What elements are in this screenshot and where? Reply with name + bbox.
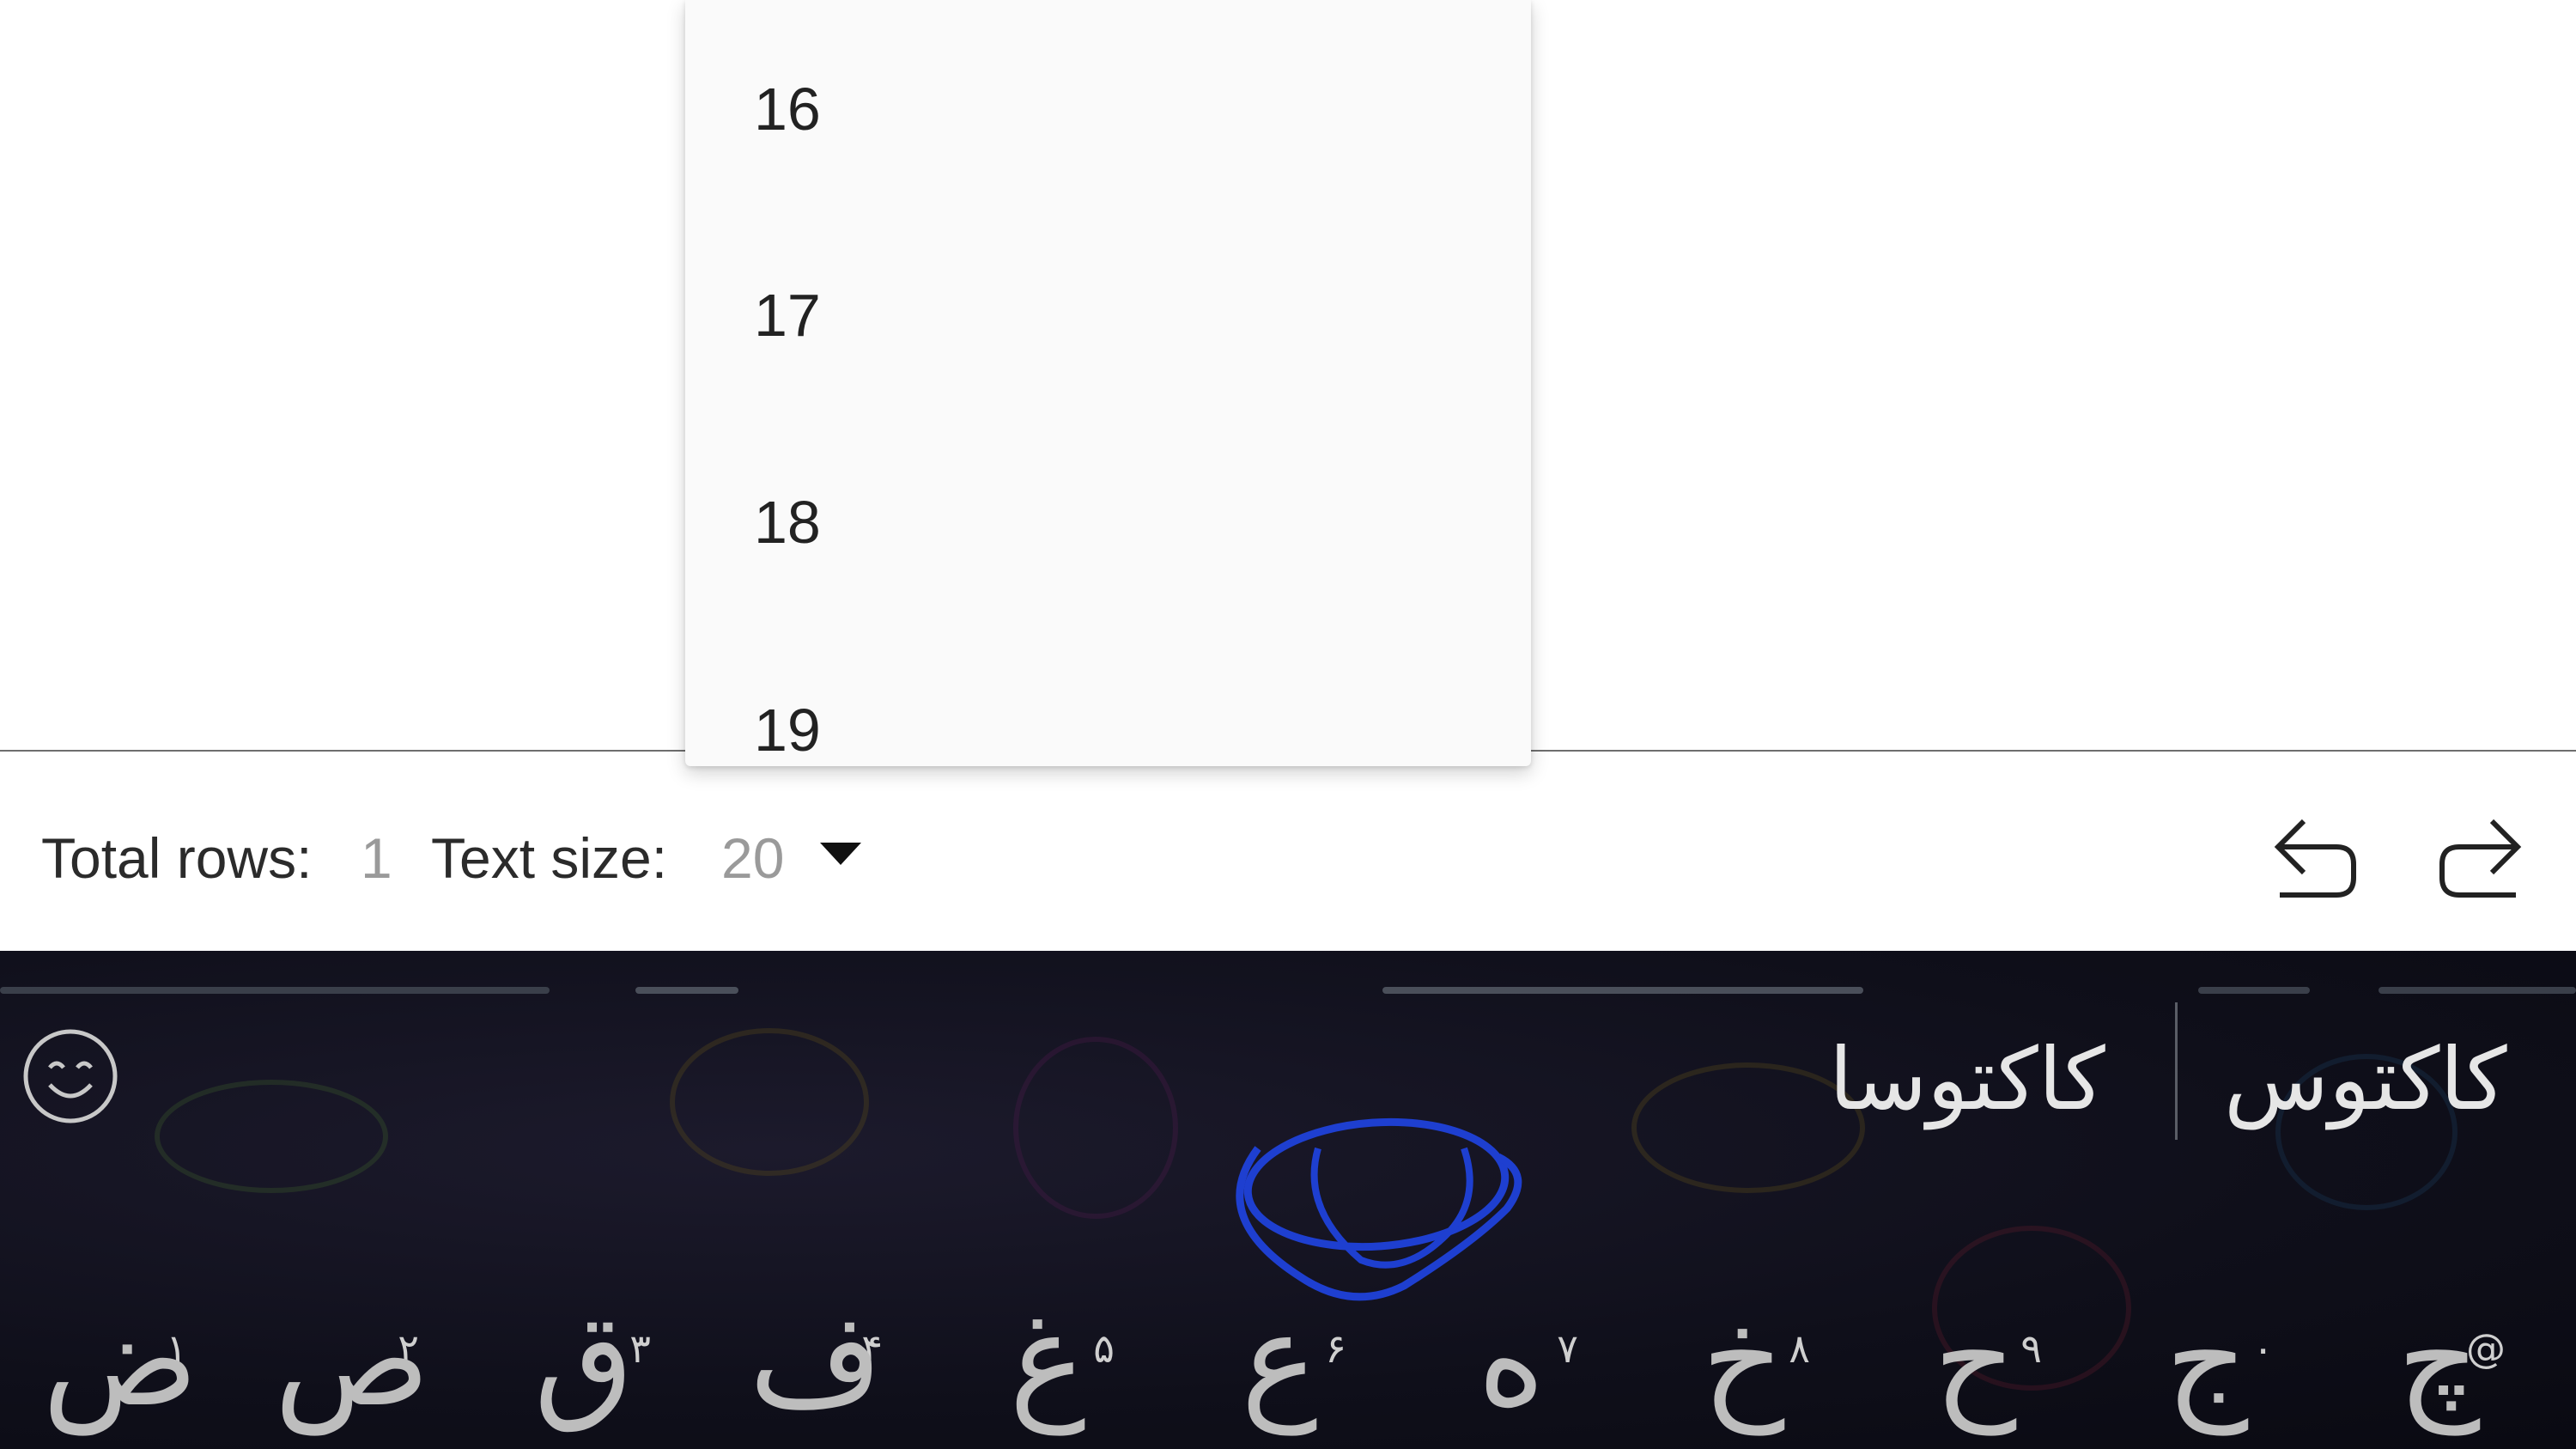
key-label: ح [1933, 1286, 2017, 1435]
globe-icon[interactable] [1189, 1114, 1567, 1320]
key-label: ص [274, 1286, 430, 1435]
key-label: ق [533, 1286, 635, 1435]
key-khe[interactable]: ۸ خ [1640, 1200, 1846, 1449]
redo-icon[interactable] [2430, 799, 2533, 902]
suggestion-1[interactable]: کاکتوسا [1829, 1032, 2105, 1127]
text-size-value[interactable]: 20 [721, 830, 784, 886]
text-size-label: Text size: [431, 826, 668, 890]
key-sad[interactable]: ۲ ص [249, 1200, 455, 1449]
key-label: ض [42, 1286, 198, 1435]
key-hhe[interactable]: ۹ ح [1872, 1200, 2078, 1449]
undo-icon[interactable] [2263, 799, 2366, 902]
key-label: غ [1009, 1286, 1086, 1435]
dropdown-option-16[interactable]: 16 [754, 79, 821, 139]
key-jim[interactable]: ۰ ج [2104, 1200, 2310, 1449]
keyboard-top-line [0, 987, 2576, 995]
dropdown-option-19[interactable]: 19 [754, 700, 821, 760]
dropdown-option-17[interactable]: 17 [754, 285, 821, 345]
keyboard: کاکتوسا کاکتوس ۱ ض ۲ ص ۳ ق ۴ ف ۵ غ ۶ ع ۷… [0, 951, 2576, 1449]
key-label: خ [1701, 1286, 1785, 1435]
total-rows-value: 1 [361, 826, 392, 890]
key-zad[interactable]: ۱ ض [17, 1200, 223, 1449]
suggestion-divider [2175, 1002, 2178, 1140]
key-label: ف [749, 1286, 883, 1435]
key-ghein[interactable]: ۵ غ [945, 1200, 1151, 1449]
suggestion-0[interactable]: کاکتوس [2224, 1032, 2507, 1127]
caret-down-icon[interactable] [820, 843, 861, 865]
key-fe[interactable]: ۴ ف [713, 1200, 919, 1449]
smiley-icon[interactable] [19, 1025, 122, 1128]
key-label: ج [2165, 1286, 2249, 1435]
key-che[interactable]: @ چ [2336, 1200, 2542, 1449]
key-qaf[interactable]: ۳ ق [481, 1200, 687, 1449]
total-rows-label: Total rows: [41, 826, 313, 890]
text-size-dropdown[interactable]: 16 17 18 19 [685, 0, 1531, 766]
dropdown-option-18[interactable]: 18 [754, 492, 821, 552]
key-label: چ [2397, 1286, 2481, 1435]
